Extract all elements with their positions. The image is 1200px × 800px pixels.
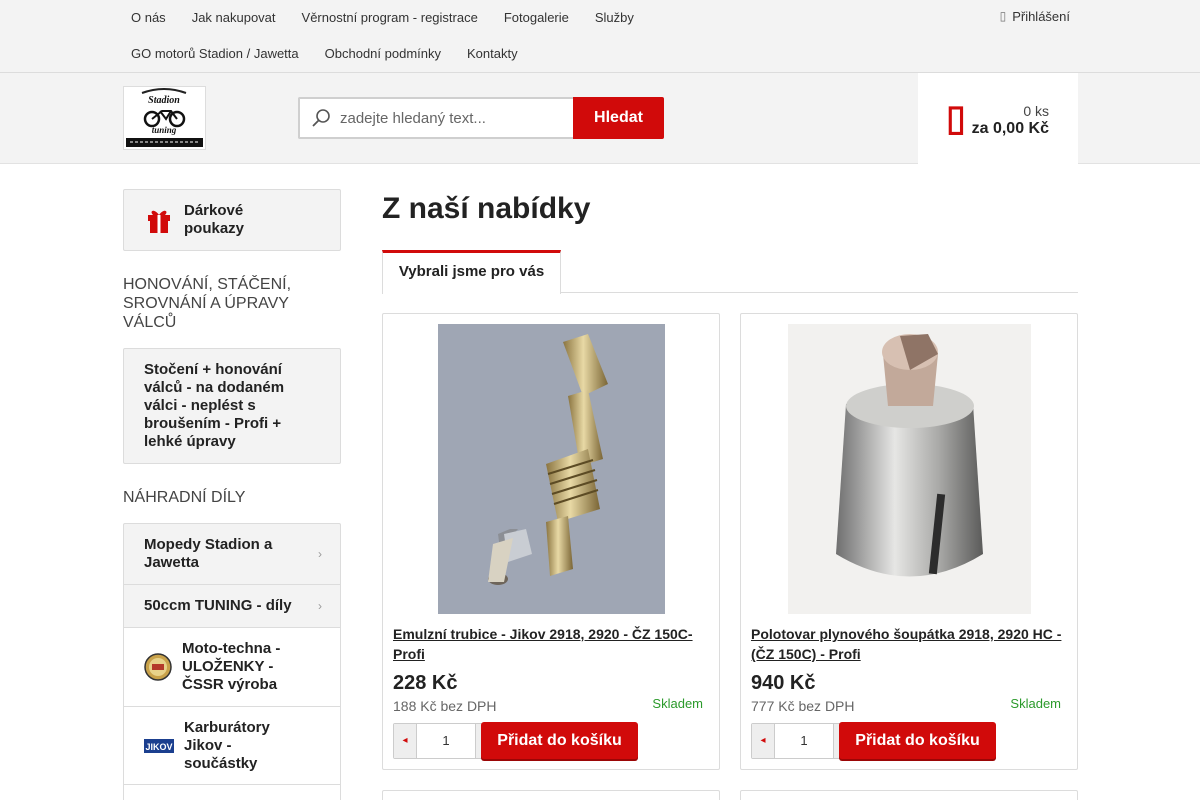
sidebar-item-karburatory[interactable]: JIKOV Karburátory Jikov - součástky	[124, 707, 340, 785]
cart-widget[interactable]: ▯ 0 ks za 0,00 Kč	[918, 73, 1078, 164]
search-button[interactable]: Hledat	[573, 97, 664, 139]
product-tabs: Vybrali jsme pro vás	[382, 250, 1078, 294]
nav-link-fotogalerie[interactable]: Fotogalerie	[491, 0, 582, 36]
honing-category-box: Stočení + honování válců - na dodaném vá…	[123, 348, 341, 464]
search-input[interactable]	[340, 99, 568, 137]
sidebar-item-more[interactable]	[124, 785, 340, 800]
search-form: Hledat	[298, 97, 664, 139]
stock-status: Skladem	[1010, 696, 1061, 711]
product-price-net: 777 Kč bez DPH	[751, 698, 855, 714]
product-name-link[interactable]: Polotovar plynového šoupátka 2918, 2920 …	[751, 624, 1069, 664]
category-heading-honing: HONOVÁNÍ, STÁČENÍ, SROVNÁNÍ A ÚPRAVY VÁL…	[123, 276, 292, 331]
sidebar-item-moto-techna[interactable]: Moto-techna - ULOŽENKY - ČSSR výroba	[124, 628, 340, 707]
product-price: 228 Kč	[393, 672, 458, 694]
product-card: Emulzní trubice - Jikov 2918, 2920 - ČZ …	[382, 313, 720, 770]
add-to-cart-button[interactable]: Přidat do košíku	[839, 722, 996, 759]
stadion-tuning-logo: Stadion tuning	[124, 87, 205, 149]
login-link[interactable]: ▯ Přihlášení	[1000, 0, 1070, 33]
header: Stadion tuning Hledat ▯ 0 ks za 0,00 Kč	[0, 73, 1200, 164]
svg-text:tuning: tuning	[152, 125, 177, 135]
top-nav-row-1: O nás Jak nakupovat Věrnostní program - …	[118, 0, 647, 36]
top-navigation: O nás Jak nakupovat Věrnostní program - …	[0, 0, 1200, 73]
add-to-cart-button[interactable]: Přidat do košíku	[481, 722, 638, 759]
product-name-link[interactable]: Emulzní trubice - Jikov 2918, 2920 - ČZ …	[393, 624, 711, 664]
parts-category-box: Mopedy Stadion a Jawetta › 50ccm TUNING …	[123, 523, 341, 800]
product-card	[382, 790, 720, 800]
gift-icon	[148, 210, 170, 233]
product-image-throttle-slide[interactable]	[788, 324, 1031, 614]
login-label: Přihlášení	[1012, 9, 1070, 24]
quantity-value[interactable]: 1	[416, 724, 476, 758]
nav-link-jak-nakupovat[interactable]: Jak nakupovat	[179, 0, 289, 36]
quantity-decrease-button[interactable]: ◂	[752, 724, 774, 758]
main-content: Z naší nabídky Vybrali jsme pro vás Emul…	[382, 189, 1078, 800]
nav-link-sluzby[interactable]: Služby	[582, 0, 647, 36]
quantity-decrease-button[interactable]: ◂	[394, 724, 416, 758]
shop-logo[interactable]: Stadion tuning	[123, 86, 206, 150]
page-title: Z naší nabídky	[382, 192, 591, 225]
moto-techna-badge-icon	[144, 653, 172, 681]
gift-voucher-label: Dárkové poukazy	[184, 202, 245, 237]
top-nav-row-2: GO motorů Stadion / Jawetta Obchodní pod…	[118, 36, 531, 72]
stock-status: Skladem	[652, 696, 703, 711]
gift-voucher-link[interactable]: Dárkové poukazy	[123, 189, 341, 251]
svg-text:JIKOV: JIKOV	[145, 742, 172, 752]
sidebar-item-50ccm-tuning[interactable]: 50ccm TUNING - díly ›	[124, 585, 340, 628]
product-image-emulsion-tube[interactable]	[438, 324, 665, 614]
product-card: Polotovar plynového šoupátka 2918, 2920 …	[740, 313, 1078, 770]
search-icon	[312, 109, 330, 127]
cart-count: 0 ks	[1023, 103, 1049, 119]
sidebar-item-label: Karburátory Jikov - součástky	[184, 718, 270, 772]
chevron-right-icon: ›	[318, 599, 322, 613]
cart-icon: ▯	[946, 97, 966, 138]
chevron-right-icon: ›	[318, 547, 322, 561]
tab-vybrali-jsme[interactable]: Vybrali jsme pro vás	[382, 250, 561, 294]
nav-link-o-nas[interactable]: O nás	[118, 0, 179, 36]
sidebar-item-label: Mopedy Stadion a Jawetta	[144, 536, 273, 571]
category-heading-parts: NÁHRADNÍ DÍLY	[123, 489, 246, 506]
sidebar-item-label: 50ccm TUNING - díly	[144, 597, 292, 614]
sidebar: Dárkové poukazy HONOVÁNÍ, STÁČENÍ, SROVN…	[123, 189, 341, 800]
jikov-logo-icon: JIKOV	[144, 738, 174, 753]
nav-link-vernostni-program[interactable]: Věrnostní program - registrace	[289, 0, 491, 36]
nav-link-kontakty[interactable]: Kontakty	[454, 36, 531, 72]
user-icon: ▯	[999, 9, 1007, 23]
product-price-net: 188 Kč bez DPH	[393, 698, 497, 714]
quantity-value[interactable]: 1	[774, 724, 834, 758]
product-card	[740, 790, 1078, 800]
sidebar-item-label: Moto-techna - ULOŽENKY - ČSSR výroba	[182, 640, 281, 693]
nav-link-obchodni-podminky[interactable]: Obchodní podmínky	[312, 36, 454, 72]
sidebar-item-honing[interactable]: Stočení + honování válců - na dodaném vá…	[124, 349, 340, 463]
sidebar-item-label: Stočení + honování válců - na dodaném vá…	[144, 361, 285, 450]
svg-text:Stadion: Stadion	[148, 95, 180, 106]
product-price: 940 Kč	[751, 672, 816, 694]
sidebar-item-mopedy[interactable]: Mopedy Stadion a Jawetta ›	[124, 524, 340, 585]
cart-total: za 0,00 Kč	[971, 120, 1049, 137]
search-field	[298, 97, 573, 139]
nav-link-go-motoru[interactable]: GO motorů Stadion / Jawetta	[118, 36, 312, 72]
